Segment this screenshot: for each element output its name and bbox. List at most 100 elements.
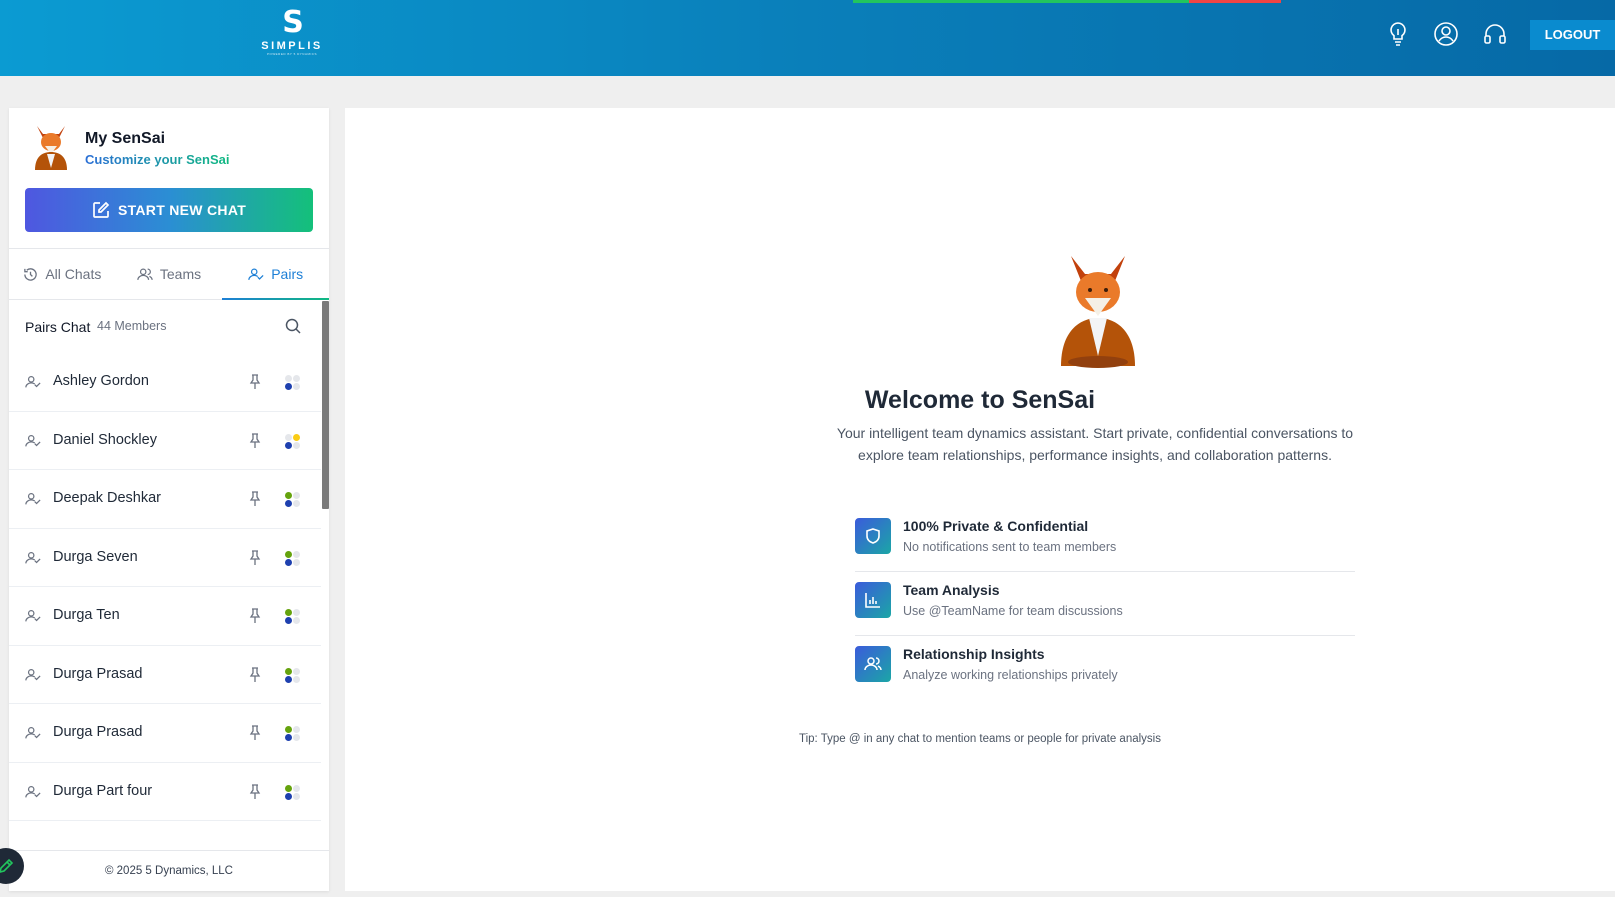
list-scrollbar[interactable] — [322, 301, 329, 509]
member-list: Ashley Gordon Daniel Shockley Deepak Deshk… — [9, 353, 321, 840]
feature-desc: Use @TeamName for team discussions — [903, 604, 1123, 618]
member-name: Ashley Gordon — [53, 373, 149, 389]
member-row[interactable] — [9, 821, 321, 840]
tab-all-chats-label: All Chats — [45, 266, 102, 282]
personality-dot — [285, 375, 292, 382]
personality-dot — [285, 675, 292, 683]
member-name: Durga Seven — [53, 548, 138, 565]
member-name: Durga Prasad — [53, 665, 143, 682]
welcome-subtitle: Your intelligent team dynamics assistant… — [836, 425, 1354, 463]
edit-square-icon — [93, 201, 110, 218]
user-check-icon — [25, 610, 41, 622]
pin-icon[interactable] — [248, 725, 262, 741]
personality-dot — [285, 667, 292, 675]
personality-dot — [285, 558, 292, 566]
member-count: 44 Members — [97, 319, 167, 333]
member-row[interactable]: Ashley Gordon — [9, 353, 321, 412]
simplis-logo[interactable]: S SIMPLIS POWERED BY 5 DYNAMICS — [258, 6, 326, 64]
feature-relationship-insights: Relationship Insights Analyze working re… — [855, 636, 1355, 700]
headset-icon[interactable] — [1482, 20, 1508, 48]
pin-icon[interactable] — [248, 666, 262, 683]
logout-button[interactable]: LOGOUT — [1530, 20, 1615, 50]
feature-team-analysis: Team Analysis Use @TeamName for team dis… — [855, 572, 1355, 636]
feature-desc: No notifications sent to team members — [903, 540, 1117, 554]
pin-icon[interactable] — [248, 608, 262, 624]
personality-dots — [285, 784, 301, 801]
feature-title: Relationship Insights — [903, 646, 1045, 662]
chat-tabs: All Chats Teams Pairs — [9, 248, 329, 300]
personality-dot — [285, 433, 292, 441]
users-icon — [137, 268, 153, 280]
sensai-fox-illustration — [1053, 252, 1143, 368]
logo-text: SIMPLIS — [261, 40, 323, 52]
personality-dot — [285, 726, 292, 733]
member-row[interactable]: Durga Seven — [9, 529, 321, 587]
top-progress-bar — [853, 0, 1281, 3]
logo-mark-icon: S — [282, 5, 304, 40]
users-icon — [855, 646, 891, 682]
copyright-footer: © 2025 5 Dynamics, LLC — [9, 850, 329, 891]
customize-sensai-link[interactable]: Customize your SenSai — [85, 152, 229, 167]
start-new-chat-label: START NEW CHAT — [117, 202, 247, 218]
bar-chart-icon — [855, 582, 891, 618]
personality-dot — [293, 726, 300, 733]
member-name: Durga Prasad — [53, 724, 143, 740]
logo-subtext: POWERED BY 5 DYNAMICS — [267, 52, 317, 56]
personality-dot — [293, 500, 300, 507]
tab-pairs[interactable]: Pairs — [222, 249, 329, 300]
personality-dot — [285, 441, 292, 449]
personality-dot — [285, 784, 292, 792]
tab-pairs-label: Pairs — [271, 266, 304, 282]
personality-dots — [285, 667, 301, 684]
personality-dot — [293, 617, 300, 624]
personality-dot — [293, 667, 300, 675]
member-row[interactable]: Durga Prasad — [9, 646, 321, 704]
member-row[interactable]: Durga Prasad — [9, 704, 321, 763]
pin-icon[interactable] — [248, 374, 262, 390]
user-check-icon — [25, 785, 41, 797]
personality-dot — [293, 734, 300, 741]
start-new-chat-button[interactable]: START NEW CHAT — [25, 188, 313, 232]
personality-dot — [285, 492, 292, 499]
user-check-icon — [25, 376, 41, 388]
member-row[interactable]: Durga Part four — [9, 763, 321, 821]
lightbulb-icon[interactable] — [1385, 20, 1411, 48]
shield-icon — [855, 518, 891, 554]
pin-icon[interactable] — [248, 491, 262, 507]
tab-teams[interactable]: Teams — [116, 249, 223, 299]
personality-dot — [293, 558, 300, 566]
user-circle-icon[interactable] — [1433, 20, 1459, 48]
member-name: Durga Ten — [53, 607, 120, 623]
personality-dots — [285, 492, 301, 508]
feature-title: 100% Private & Confidential — [903, 518, 1089, 534]
sensai-fox-avatar[interactable] — [29, 124, 73, 172]
personality-dots — [285, 375, 301, 391]
personality-dot — [293, 792, 300, 800]
personality-dot — [293, 609, 300, 616]
pin-icon[interactable] — [248, 549, 262, 566]
personality-dot — [293, 375, 300, 382]
pin-icon[interactable] — [248, 432, 262, 449]
member-row[interactable]: Deepak Deshkar — [9, 470, 321, 529]
feature-title: Team Analysis — [903, 582, 1000, 598]
personality-dots — [285, 550, 301, 567]
feature-desc: Analyze working relationships privately — [903, 668, 1118, 682]
pin-icon[interactable] — [248, 783, 262, 800]
personality-dot — [285, 734, 292, 741]
sidebar-panel: My SenSai Customize your SenSai START NE… — [9, 108, 329, 891]
personality-dots — [285, 609, 301, 625]
tab-all-chats[interactable]: All Chats — [9, 249, 116, 299]
user-check-icon — [25, 727, 41, 739]
search-icon[interactable] — [284, 317, 302, 335]
mention-tip: Tip: Type @ in any chat to mention teams… — [799, 733, 1161, 745]
member-row[interactable]: Durga Ten — [9, 587, 321, 646]
user-check-icon — [248, 268, 264, 280]
personality-dot — [293, 441, 300, 449]
user-check-icon — [25, 551, 41, 563]
personality-dot — [293, 550, 300, 558]
personality-dot — [285, 383, 292, 390]
member-row[interactable]: Daniel Shockley — [9, 412, 321, 470]
personality-dot — [285, 609, 292, 616]
personality-dot — [293, 492, 300, 499]
history-icon — [24, 267, 38, 281]
